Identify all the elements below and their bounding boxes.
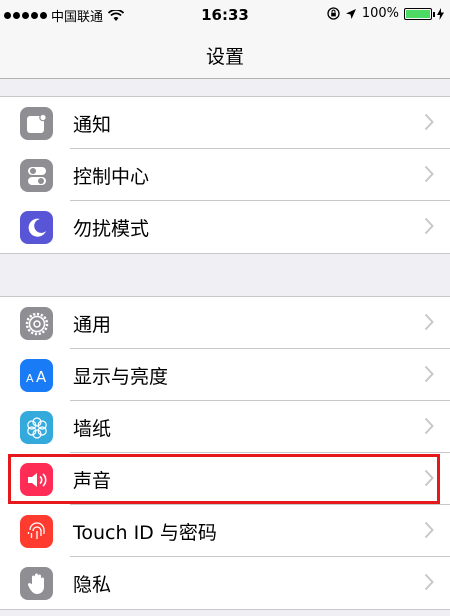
wallpaper-icon [20,411,53,444]
row-label: 勿扰模式 [73,218,150,240]
settings-row-display-brightness[interactable]: A A 显示与亮度 [0,349,450,401]
settings-row-privacy[interactable]: 隐私 [0,557,450,609]
row-label: 控制中心 [73,166,150,188]
battery-level [406,9,430,18]
row-label: 通用 [73,314,112,336]
battery-icon [404,7,435,20]
gear-icon [20,307,53,340]
settings-row-notifications[interactable]: 通知 [0,97,450,149]
chevron-right-icon [424,417,434,435]
settings-row-wallpaper[interactable]: 墙纸 [0,401,450,453]
control-center-icon [20,159,53,192]
rotation-lock-icon [327,7,340,20]
row-label: 显示与亮度 [73,366,169,388]
battery-percent: 100% [361,6,399,21]
status-bar: 中国联通 16:33 100% [0,0,450,30]
sounds-row-highlight [8,454,440,504]
chevron-right-icon [424,217,434,235]
chevron-right-icon [424,521,434,539]
charging-bolt-icon [437,7,444,20]
chevron-right-icon [424,165,434,183]
chevron-right-icon [424,365,434,383]
moon-icon [20,211,53,244]
settings-group-2: 通用 A A 显示与亮度 墙纸 声音 Touch ID 与密码 隐私 [0,296,450,610]
hand-icon [20,567,53,600]
settings-row-general[interactable]: 通用 [0,297,450,349]
location-icon [345,8,356,19]
row-label: 墙纸 [73,418,112,440]
notifications-icon [20,107,53,140]
settings-row-control-center[interactable]: 控制中心 [0,149,450,201]
row-label: 通知 [73,114,112,136]
chevron-right-icon [424,113,434,131]
status-right: 100% [327,6,444,21]
chevron-right-icon [424,573,434,591]
chevron-right-icon [424,313,434,331]
svg-text:A: A [36,368,47,386]
navigation-bar: 设置 [0,30,450,79]
settings-row-touch-id-passcode[interactable]: Touch ID 与密码 [0,505,450,557]
row-label: 隐私 [73,574,112,596]
fingerprint-icon [20,515,53,548]
row-label: Touch ID 与密码 [73,522,217,544]
svg-text:A: A [26,372,34,385]
settings-group-1: 通知 控制中心 勿扰模式 [0,96,450,254]
settings-row-do-not-disturb[interactable]: 勿扰模式 [0,201,450,253]
display-icon: A A [20,359,53,392]
page-title: 设置 [205,46,244,68]
